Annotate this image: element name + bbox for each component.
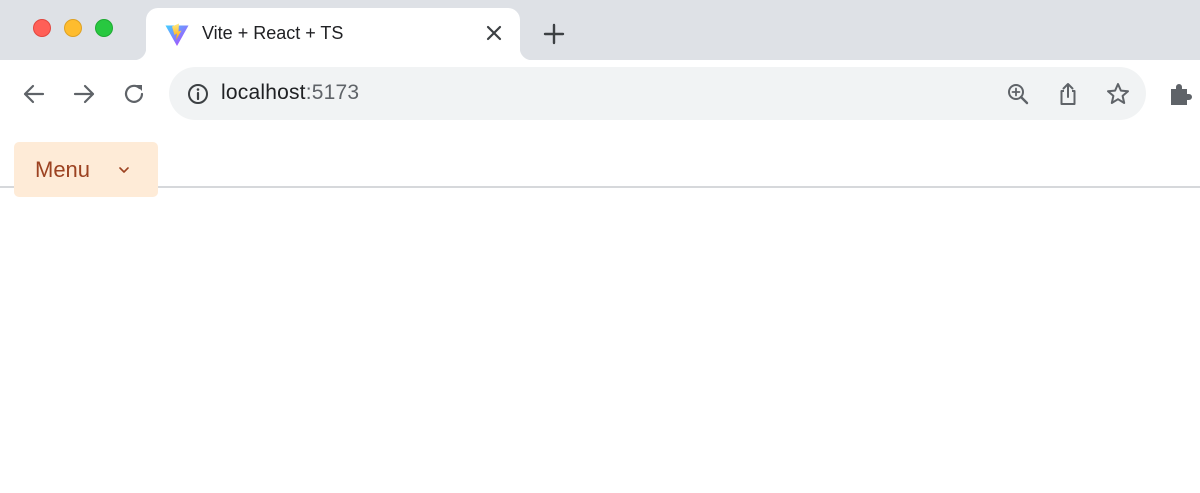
share-icon[interactable] (1055, 81, 1081, 107)
address-bar[interactable]: localhost:5173 (169, 67, 1146, 120)
info-icon[interactable] (186, 82, 210, 106)
plus-icon[interactable] (541, 21, 567, 47)
browser-tab[interactable]: Vite + React + TS (134, 8, 532, 60)
arrow-right-icon[interactable] (70, 80, 98, 108)
window-minimize-button[interactable] (64, 19, 82, 37)
chevron-down-icon (119, 167, 129, 173)
zoom-in-icon[interactable] (1005, 81, 1031, 107)
vite-logo-icon (165, 23, 189, 46)
reload-icon[interactable] (120, 80, 148, 108)
menu-button[interactable]: Menu (14, 142, 158, 197)
address-url[interactable]: localhost:5173 (221, 81, 359, 105)
window-zoom-button[interactable] (95, 19, 113, 37)
url-host: localhost (221, 81, 306, 104)
puzzle-icon[interactable] (1166, 80, 1194, 108)
close-icon[interactable] (482, 21, 506, 45)
tab-title: Vite + React + TS (202, 23, 344, 43)
window-close-button[interactable] (33, 19, 51, 37)
star-icon[interactable] (1105, 81, 1131, 107)
url-port: :5173 (305, 81, 360, 104)
arrow-left-icon[interactable] (20, 80, 48, 108)
tab-strip: Vite + React + TS (0, 0, 1200, 60)
browser-toolbar: localhost:5173 (0, 60, 1200, 188)
menu-button-label: Menu (35, 157, 91, 182)
toolbar-divider (0, 186, 1200, 188)
